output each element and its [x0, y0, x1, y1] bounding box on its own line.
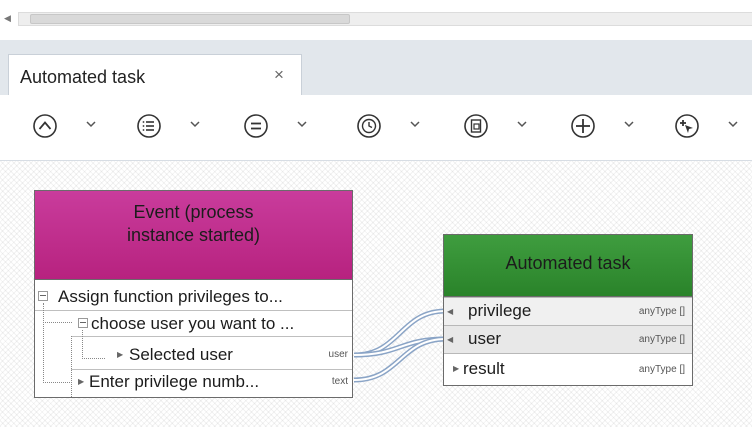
plus-arrow-circle-icon: [675, 114, 699, 138]
port-privilege[interactable]: ◀ privilege anyType []: [444, 297, 692, 325]
event-row-selected-user[interactable]: Selected user: [129, 345, 233, 365]
automated-task-title: Automated task: [505, 253, 631, 273]
plus-circle-icon: [571, 114, 595, 138]
automated-task-node-title: Automated task: [444, 235, 692, 297]
equals-circle-icon: [244, 114, 268, 138]
event-node-title: Event (process instance started): [35, 191, 352, 280]
tab-bar: Automated task ×: [0, 40, 752, 96]
diagram-canvas[interactable]: Event (process instance started) Assign …: [0, 161, 752, 427]
automated-task-node[interactable]: Automated task ◀ privilege anyType [] ◀ …: [443, 234, 693, 386]
chevron-down-icon[interactable]: [295, 119, 309, 129]
event-row-privilege-number-type: text: [331, 376, 348, 387]
chevron-up-circle-icon: [33, 114, 57, 138]
input-arrow-icon: ◀: [447, 307, 454, 316]
toolbar: [0, 95, 752, 161]
port-user[interactable]: ◀ user anyType []: [444, 325, 692, 353]
port-type: anyType []: [638, 334, 685, 345]
chevron-down-icon[interactable]: [726, 119, 740, 129]
event-row-assign[interactable]: Assign function privileges to...: [58, 287, 283, 307]
scroll-left-arrow-icon[interactable]: ◀: [4, 13, 11, 24]
tab-automated-task[interactable]: Automated task ×: [8, 54, 302, 96]
chevron-down-icon[interactable]: [84, 119, 98, 129]
output-arrow-icon: ▶: [453, 364, 460, 373]
port-result[interactable]: ▶ result anyType []: [444, 353, 692, 385]
document-circle-icon: [464, 114, 488, 138]
tab-label: Automated task: [20, 67, 146, 87]
chevron-down-icon[interactable]: [188, 119, 202, 129]
port-label: user: [468, 329, 502, 348]
chevron-down-icon[interactable]: [515, 119, 529, 129]
horizontal-scrollbar[interactable]: ◀: [0, 0, 752, 41]
list-circle-icon: [137, 114, 161, 138]
close-icon[interactable]: ×: [274, 65, 284, 85]
input-arrow-icon: ◀: [447, 335, 454, 344]
clock-circle-icon: [357, 114, 381, 138]
collapse-minus-icon[interactable]: [78, 318, 88, 328]
scrollbar-thumb[interactable]: [30, 14, 350, 24]
event-row-privilege-number[interactable]: Enter privilege numb...: [89, 372, 259, 392]
event-row-choose-user[interactable]: choose user you want to ...: [91, 314, 294, 334]
event-node[interactable]: Event (process instance started) Assign …: [34, 190, 353, 398]
port-type: anyType []: [638, 364, 685, 375]
port-type: anyType []: [638, 306, 685, 317]
event-row-selected-user-type: user: [328, 349, 348, 360]
port-label: privilege: [468, 301, 532, 320]
expand-triangle-icon[interactable]: ▶: [78, 377, 84, 386]
collapse-minus-icon[interactable]: [38, 291, 48, 301]
event-title: Event (process instance started): [126, 202, 261, 245]
chevron-down-icon[interactable]: [408, 119, 422, 129]
expand-triangle-icon[interactable]: ▶: [117, 350, 123, 359]
port-label: result: [463, 359, 505, 378]
chevron-down-icon[interactable]: [622, 119, 636, 129]
